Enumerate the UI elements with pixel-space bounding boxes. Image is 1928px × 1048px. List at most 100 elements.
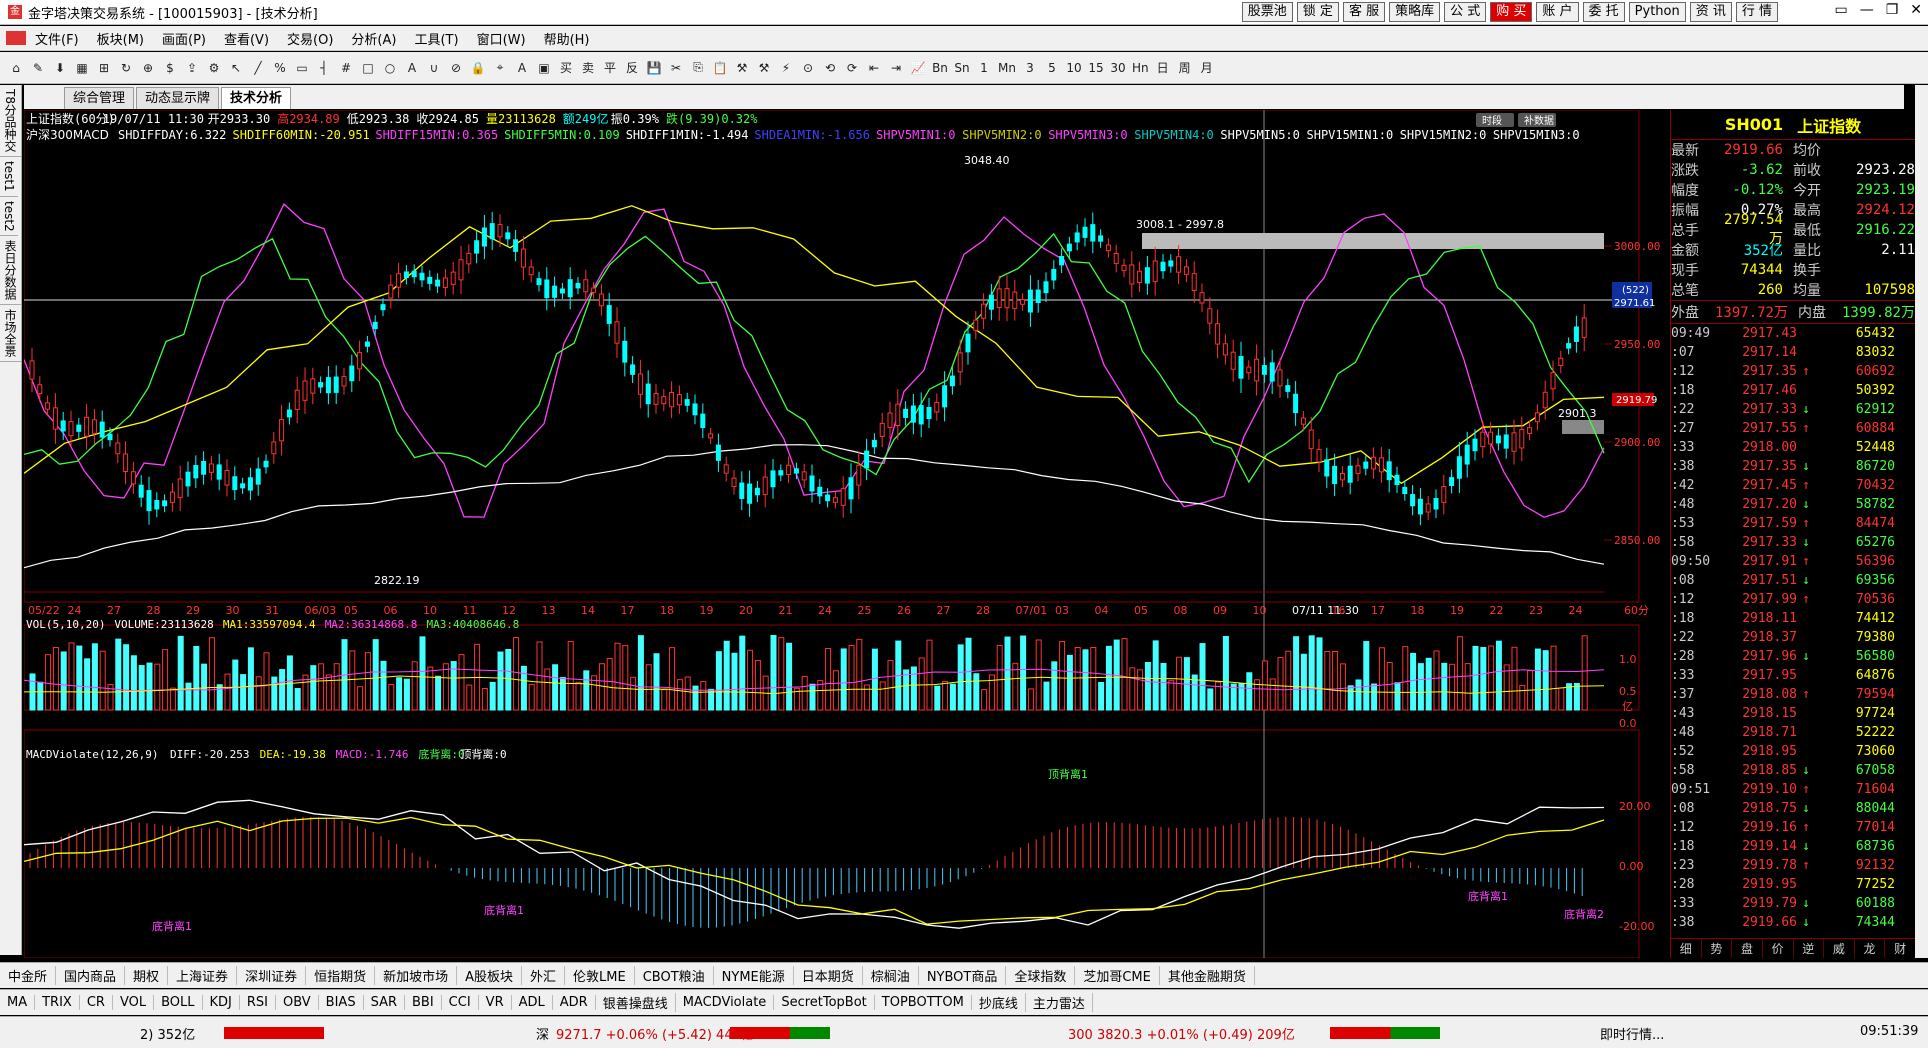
period-button-10[interactable]: 月: [1199, 59, 1215, 76]
toolbar-icon-5[interactable]: ↻: [118, 61, 134, 75]
toolbar-icon-17[interactable]: ○: [382, 61, 398, 75]
indicator-tab-4[interactable]: BOLL: [154, 995, 203, 1010]
left-tab-0[interactable]: T8分品种交: [0, 85, 21, 157]
chart-canvas[interactable]: 上证指数(60分)19/07/11 11:30 开2933.30 高2934.89 低…: [23, 109, 1668, 959]
toolbar-icon-1[interactable]: ✎: [30, 61, 46, 75]
indicator-tab-12[interactable]: VR: [479, 995, 512, 1010]
tab-1[interactable]: 动态显示牌: [136, 87, 220, 109]
info-text[interactable]: 即时行情...: [1600, 1024, 1664, 1043]
toolbar-icon-18[interactable]: A: [404, 61, 420, 75]
toolbar-icon-26[interactable]: 卖: [580, 59, 596, 76]
menu-item-4[interactable]: 交易(O): [278, 29, 342, 48]
right-tab-1[interactable]: 势: [1702, 939, 1733, 958]
toolbar-icon-22[interactable]: ⌖: [492, 60, 508, 75]
indicator-tab-9[interactable]: SAR: [364, 995, 405, 1010]
menu-item-6[interactable]: 工具(T): [405, 29, 467, 48]
toolbar-icon-11[interactable]: ╱: [250, 61, 266, 75]
top-button-9[interactable]: 资 讯: [1689, 2, 1732, 22]
market-tab-1[interactable]: 国内商品: [56, 966, 126, 985]
toolbar-icon-34[interactable]: ⚒: [756, 61, 772, 75]
toolbar-icon-42[interactable]: Bn: [932, 61, 948, 75]
toolbar-icon-38[interactable]: ⟳: [844, 61, 860, 75]
market-tab-10[interactable]: CBOT粮油: [635, 966, 714, 985]
period-button-1[interactable]: Mn: [998, 61, 1016, 75]
indicator-tab-8[interactable]: BIAS: [319, 995, 364, 1010]
period-button-2[interactable]: 3: [1022, 61, 1038, 75]
toolbar-icon-19[interactable]: ∪: [426, 61, 442, 75]
toolbar-icon-28[interactable]: 反: [624, 59, 640, 76]
market-tab-0[interactable]: 中金所: [0, 966, 57, 985]
top-button-8[interactable]: Python: [1628, 2, 1686, 22]
market-tab-15[interactable]: 全球指数: [1006, 966, 1076, 985]
indicator-tab-14[interactable]: ADR: [553, 995, 596, 1010]
toolbar-icon-4[interactable]: ⊞: [96, 61, 112, 75]
top-button-4[interactable]: 公 式: [1444, 2, 1487, 22]
toolbar-icon-24[interactable]: ▣: [536, 61, 552, 75]
toolbar-icon-12[interactable]: %: [272, 61, 288, 75]
top-button-1[interactable]: 锁 定: [1296, 2, 1339, 22]
period-button-0[interactable]: 1: [976, 61, 992, 75]
toolbar-icon-40[interactable]: ⇥: [888, 61, 904, 75]
right-scrollbar[interactable]: [1915, 85, 1928, 958]
market-tab-8[interactable]: 外汇: [522, 966, 566, 985]
menu-item-2[interactable]: 画面(P): [153, 29, 215, 48]
top-button-6[interactable]: 账 户: [1536, 2, 1579, 22]
market-tab-2[interactable]: 期权: [125, 966, 169, 985]
toolbar-icon-7[interactable]: $: [162, 61, 178, 75]
left-tab-3[interactable]: 表日分数据: [0, 236, 21, 306]
indicator-tab-0[interactable]: MA: [0, 995, 36, 1010]
indicator-tab-6[interactable]: RSI: [240, 995, 277, 1010]
toolbar-icon-9[interactable]: ⚙: [206, 61, 222, 75]
right-tab-6[interactable]: 龙: [1855, 939, 1886, 958]
toolbar-icon-16[interactable]: □: [360, 61, 376, 75]
toolbar-icon-15[interactable]: #: [338, 61, 354, 75]
toolbar-icon-13[interactable]: ▭: [294, 61, 310, 75]
top-button-2[interactable]: 客 服: [1342, 2, 1386, 22]
toolbar-icon-21[interactable]: 🔒: [470, 61, 486, 75]
top-button-5[interactable]: 购 买: [1490, 2, 1533, 22]
top-button-3[interactable]: 策略库: [1389, 2, 1441, 22]
market-tab-16[interactable]: 芝加哥CME: [1075, 966, 1160, 985]
window-control-3[interactable]: ✕: [1910, 2, 1922, 18]
toolbar-icon-36[interactable]: ⊙: [800, 61, 816, 75]
market-tab-13[interactable]: 棕榈油: [863, 966, 919, 985]
indicator-tab-19[interactable]: 抄底线: [972, 993, 1026, 1012]
market-tab-6[interactable]: 新加坡市场: [375, 966, 458, 985]
left-tab-4[interactable]: 市场全景: [0, 305, 21, 363]
toolbar-icon-27[interactable]: 平: [602, 59, 618, 76]
indicator-tab-1[interactable]: TRIX: [35, 995, 80, 1010]
market-tab-11[interactable]: NYME能源: [714, 966, 794, 985]
right-tab-2[interactable]: 盘: [1732, 939, 1763, 958]
toolbar-icon-23[interactable]: A: [514, 61, 530, 75]
indicator-tab-11[interactable]: CCI: [442, 995, 479, 1010]
right-tab-4[interactable]: 逆: [1794, 939, 1825, 958]
toolbar-icon-0[interactable]: ⌂: [8, 61, 24, 75]
period-button-5[interactable]: 15: [1088, 61, 1104, 75]
indicator-tab-17[interactable]: SecretTopBot: [774, 995, 875, 1010]
toolbar-icon-43[interactable]: Sn: [954, 61, 970, 75]
indicator-tab-15[interactable]: 银善操盘线: [596, 993, 676, 1012]
tab-2[interactable]: 技术分析: [221, 87, 292, 109]
top-button-0[interactable]: 股票池: [1241, 2, 1293, 22]
right-tab-5[interactable]: 威: [1824, 939, 1855, 958]
indicator-tab-18[interactable]: TOPBOTTOM: [875, 995, 972, 1010]
toolbar-icon-39[interactable]: ⇤: [866, 61, 882, 75]
period-button-7[interactable]: Hn: [1132, 61, 1149, 75]
toolbar-icon-14[interactable]: ┤: [316, 61, 332, 75]
market-tab-7[interactable]: A股板块: [457, 966, 523, 985]
indicator-tab-5[interactable]: KDJ: [203, 995, 240, 1010]
period-button-3[interactable]: 5: [1044, 61, 1060, 75]
right-tab-0[interactable]: 细: [1671, 939, 1702, 958]
market-tab-14[interactable]: NYBOT商品: [919, 966, 1007, 985]
window-control-1[interactable]: —: [1860, 2, 1874, 18]
toolbar-icon-33[interactable]: ⚒: [734, 61, 750, 75]
indicator-tab-10[interactable]: BBI: [405, 995, 442, 1010]
toolbar-icon-10[interactable]: ↖: [228, 61, 244, 75]
menu-item-5[interactable]: 分析(A): [342, 29, 405, 48]
market-tab-3[interactable]: 上海证券: [168, 966, 238, 985]
market-tab-5[interactable]: 恒指期货: [306, 966, 376, 985]
tick-list[interactable]: 09:49 2917.43 65432:07 2917.14 83032:12 2917.…: [1671, 324, 1915, 932]
toolbar-icon-32[interactable]: 📋: [712, 61, 728, 75]
right-tab-7[interactable]: 财: [1885, 939, 1916, 958]
window-control-0[interactable]: ▭: [1834, 2, 1847, 18]
